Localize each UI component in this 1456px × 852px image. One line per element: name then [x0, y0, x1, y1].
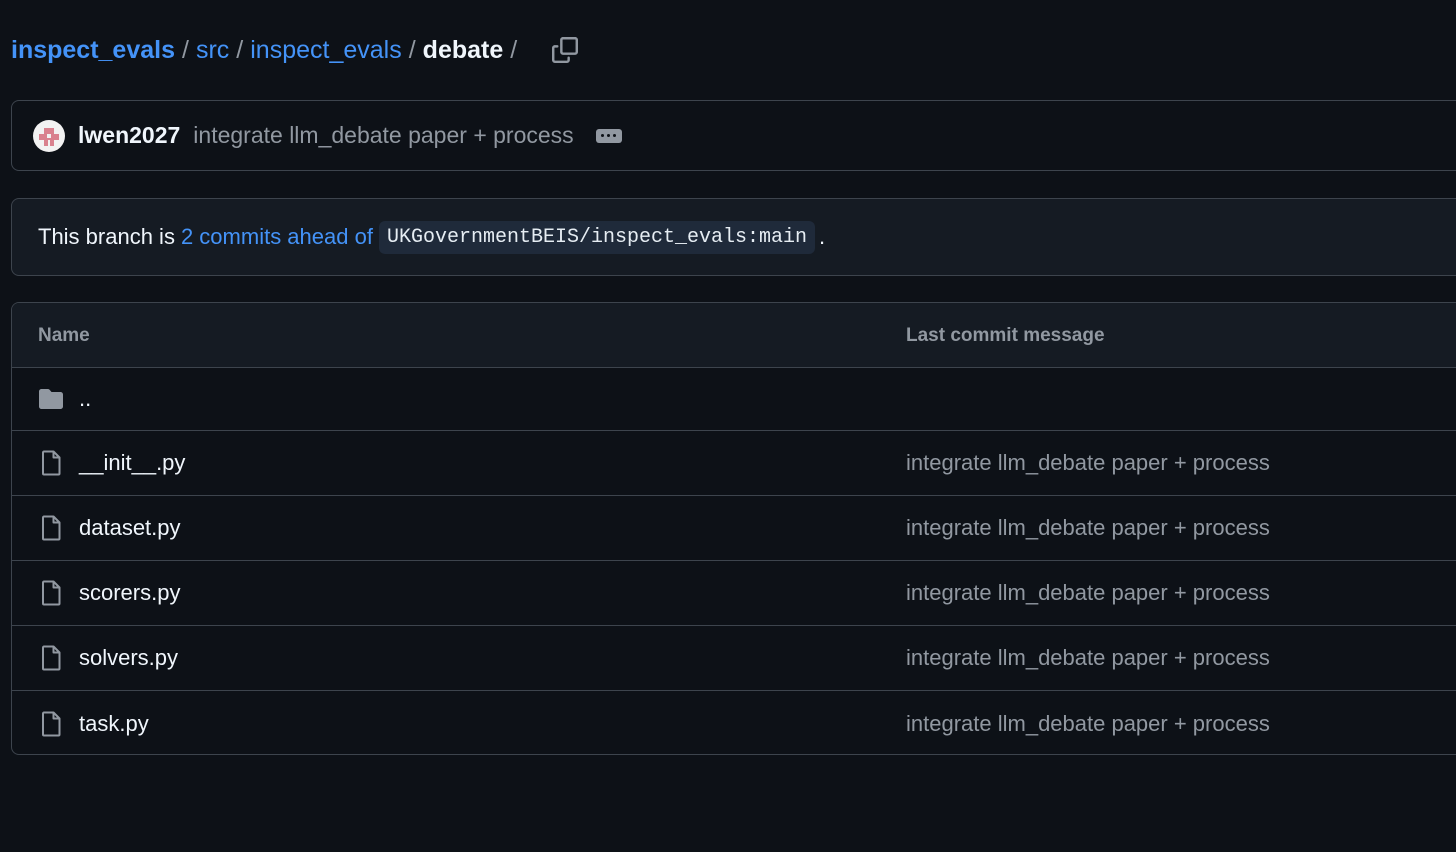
file-name-link[interactable]: __init__.py [79, 450, 185, 476]
ellipsis-icon [601, 134, 605, 137]
breadcrumb-separator: / [182, 35, 189, 64]
folder-icon [37, 385, 65, 413]
identicon-avatar-icon [33, 119, 65, 152]
file-icon [37, 579, 65, 607]
branch-status-text: This branch is [38, 224, 175, 249]
file-row[interactable]: dataset.py integrate llm_debate paper + … [12, 496, 1456, 561]
branch-status-banner: This branch is 2 commits ahead of UKGove… [11, 198, 1456, 276]
parent-directory-link[interactable]: .. [79, 386, 91, 412]
parent-directory-row[interactable]: .. [12, 368, 1456, 431]
commits-ahead-link[interactable]: 2 commits ahead of [181, 224, 373, 250]
file-commit-message-link[interactable]: integrate llm_debate paper + process [906, 515, 1270, 541]
column-header-name: Name [38, 325, 90, 346]
table-header: Name Last commit message [12, 303, 1456, 368]
copy-icon [552, 37, 579, 63]
commit-message-link[interactable]: integrate llm_debate paper + process [193, 122, 573, 149]
branch-status-period: . [819, 224, 826, 249]
file-row[interactable]: scorers.py integrate llm_debate paper + … [12, 561, 1456, 626]
expand-commit-button[interactable] [595, 128, 622, 143]
breadcrumb-separator: / [510, 35, 518, 64]
breadcrumb-src-link[interactable]: src [196, 36, 229, 65]
file-row[interactable]: task.py integrate llm_debate paper + pro… [12, 691, 1456, 754]
breadcrumb-repo-link[interactable]: inspect_evals [11, 36, 175, 65]
file-icon [37, 644, 65, 672]
ellipsis-icon [613, 134, 617, 137]
column-header-last-commit-message: Last commit message [906, 325, 1105, 346]
breadcrumb-inspect-evals-link[interactable]: inspect_evals [250, 36, 401, 65]
author-avatar[interactable] [33, 119, 65, 152]
file-name-link[interactable]: scorers.py [79, 580, 180, 606]
file-commit-message-link[interactable]: integrate llm_debate paper + process [906, 580, 1270, 606]
breadcrumb-separator: / [236, 35, 244, 64]
file-row[interactable]: __init__.py integrate llm_debate paper +… [12, 431, 1456, 496]
upstream-branch-ref: UKGovernmentBEIS/inspect_evals:main [378, 220, 816, 254]
breadcrumb-separator: / [408, 35, 416, 64]
file-icon [37, 514, 65, 542]
file-name-link[interactable]: solvers.py [79, 645, 178, 671]
latest-commit-bar: lwen2027 integrate llm_debate paper + pr… [11, 100, 1456, 171]
ellipsis-icon [607, 134, 611, 137]
file-commit-message-link[interactable]: integrate llm_debate paper + process [906, 645, 1270, 671]
file-icon [37, 710, 65, 738]
breadcrumb-current-folder: debate [422, 35, 504, 64]
file-name-link[interactable]: task.py [79, 711, 149, 737]
file-list-table: Name Last commit message .. __init__.py … [11, 302, 1456, 755]
file-commit-message-link[interactable]: integrate llm_debate paper + process [906, 711, 1270, 737]
file-name-link[interactable]: dataset.py [79, 515, 181, 541]
file-commit-message-link[interactable]: integrate llm_debate paper + process [906, 450, 1270, 476]
commit-author-link[interactable]: lwen2027 [78, 122, 180, 149]
file-icon [37, 449, 65, 477]
copy-path-button[interactable] [550, 35, 580, 65]
file-row[interactable]: solvers.py integrate llm_debate paper + … [12, 626, 1456, 691]
breadcrumb: inspect_evals / src / inspect_evals / de… [11, 30, 580, 70]
